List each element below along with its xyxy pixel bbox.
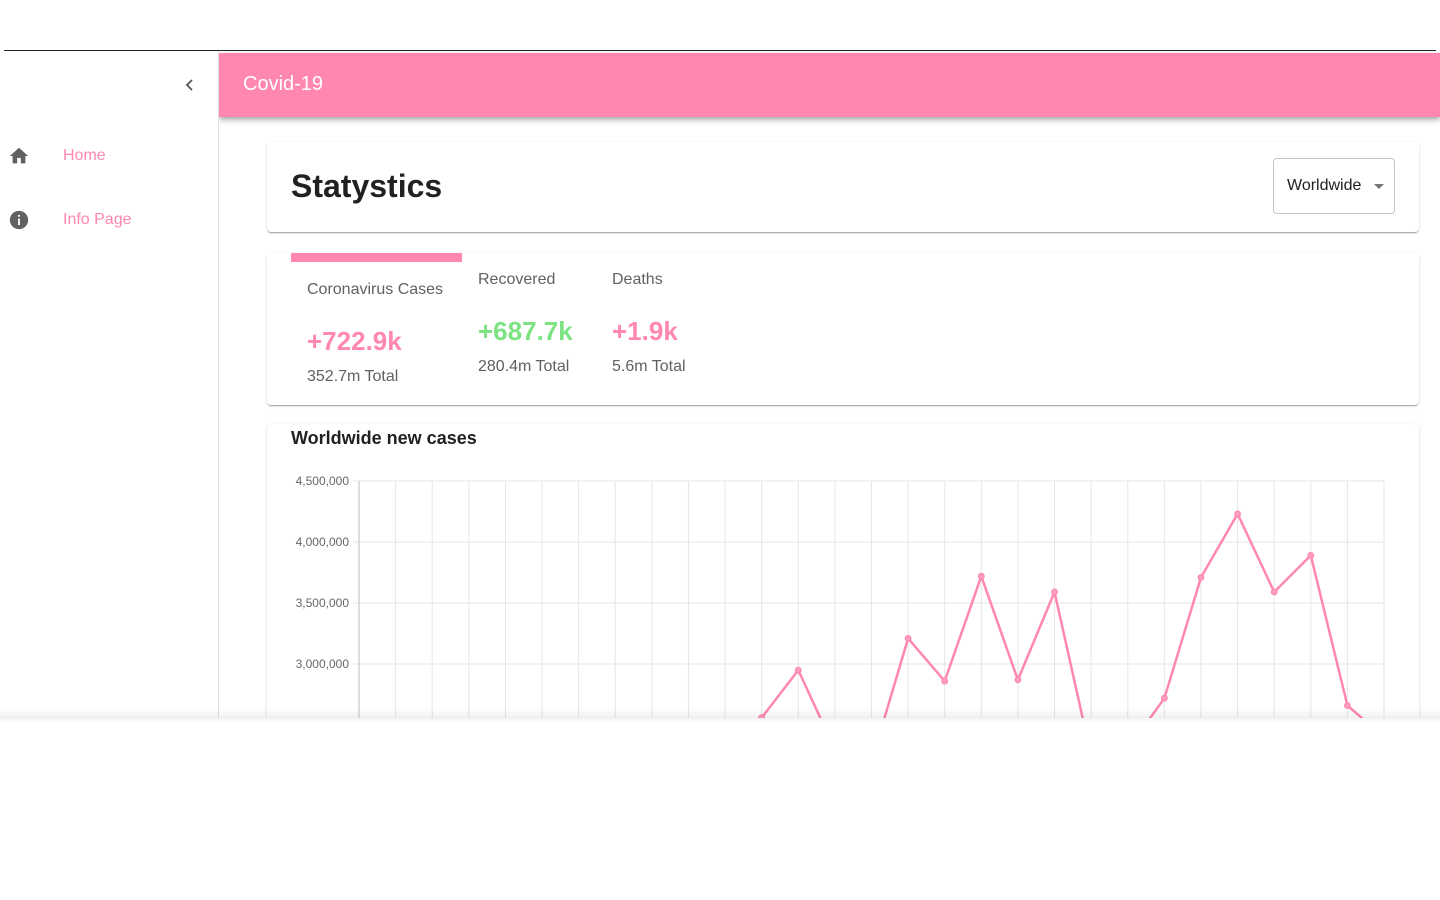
sidebar-item-info-page[interactable]: Info Page <box>0 196 218 244</box>
stat-name: Deaths <box>612 271 663 288</box>
info-icon <box>8 209 30 231</box>
chevron-left-icon <box>185 79 193 91</box>
region-select[interactable]: Worldwide <box>1273 158 1395 214</box>
data-point <box>1270 588 1278 596</box>
sidebar-item-label: Home <box>63 147 106 164</box>
region-select-value: Worldwide <box>1287 177 1362 194</box>
y-tick-label: 4,500,000 <box>296 474 350 488</box>
app-bar: Covid-19 <box>219 53 1440 117</box>
stats-card: Coronavirus Cases +722.9k 352.7m Total R… <box>267 253 1419 405</box>
y-tick-label: 4,000,000 <box>296 535 350 549</box>
dropdown-arrow-icon <box>1374 184 1384 189</box>
stat-total: 352.7m Total <box>307 368 399 385</box>
selected-indicator <box>291 253 462 262</box>
statistics-header-card: Statystics Worldwide <box>267 142 1419 232</box>
stat-tab-cases[interactable]: Coronavirus Cases +722.9k 352.7m Total <box>291 253 462 393</box>
page-title: Statystics <box>291 168 443 204</box>
stat-delta: +722.9k <box>307 326 402 356</box>
data-point <box>1014 676 1022 684</box>
data-point <box>1197 573 1205 581</box>
app-viewport: Covid-19 Home Info Page Statystics World… <box>0 51 1440 718</box>
data-point <box>1343 702 1351 709</box>
sidebar: Home Info Page <box>0 51 219 718</box>
stat-tab-recovered[interactable]: Recovered +687.7k 280.4m Total <box>462 253 596 393</box>
new-cases-line-chart: 4,500,000 4,000,000 3,500,000 3,000,000 <box>296 474 1385 718</box>
stat-total: 280.4m Total <box>478 358 570 375</box>
data-point <box>1160 694 1168 702</box>
stat-name: Recovered <box>478 271 556 288</box>
data-point <box>1234 510 1241 518</box>
data-point <box>1051 588 1058 596</box>
data-point <box>977 572 985 580</box>
data-point <box>904 634 912 642</box>
y-tick-label: 3,000,000 <box>296 657 350 671</box>
home-icon <box>8 145 30 167</box>
new-cases-chart-card: Worldwide new cases 4,500,000 4,000,000 3,… <box>267 424 1419 718</box>
stat-total: 5.6m Total <box>612 358 686 375</box>
data-point <box>758 714 766 718</box>
stat-tab-deaths[interactable]: Deaths +1.9k 5.6m Total <box>596 253 706 393</box>
collapse-sidebar-button[interactable] <box>178 73 202 97</box>
y-tick-label: 3,500,000 <box>296 596 350 610</box>
stat-name: Coronavirus Cases <box>307 281 444 298</box>
data-point <box>1307 552 1315 559</box>
sidebar-item-home[interactable]: Home <box>0 132 218 180</box>
sidebar-item-label: Info Page <box>63 211 132 228</box>
data-point <box>794 666 802 674</box>
stat-delta: +687.7k <box>478 316 573 346</box>
app-title: Covid-19 <box>243 73 324 95</box>
data-point <box>941 677 949 685</box>
stat-delta: +1.9k <box>612 316 678 346</box>
